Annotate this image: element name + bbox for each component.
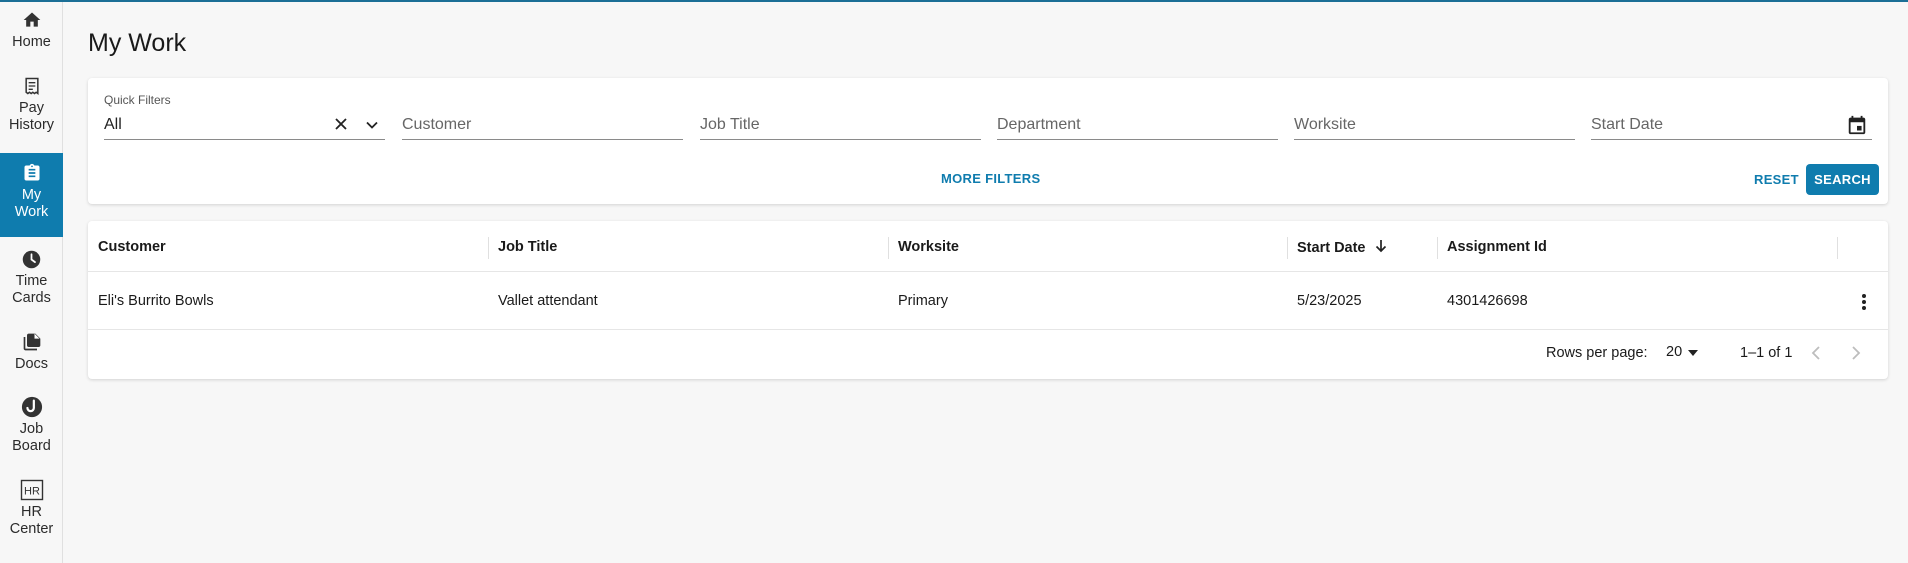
column-header-assignment-id[interactable]: Assignment Id bbox=[1447, 239, 1547, 255]
header-divider bbox=[88, 271, 1888, 272]
sidebar-item-label: Time Cards bbox=[12, 273, 51, 306]
rows-per-page-select[interactable]: 20 bbox=[1666, 344, 1699, 360]
chevron-right-icon[interactable] bbox=[1844, 341, 1868, 365]
department-field[interactable]: Department bbox=[997, 110, 1278, 140]
sidebar-item-label: Docs bbox=[14, 356, 49, 372]
quick-filters-label: Quick Filters bbox=[104, 93, 171, 107]
column-header-worksite[interactable]: Worksite bbox=[898, 239, 959, 255]
search-button[interactable]: SEARCH bbox=[1806, 164, 1879, 195]
column-header-job-title[interactable]: Job Title bbox=[498, 239, 557, 255]
clear-icon[interactable] bbox=[333, 116, 349, 132]
sidebar-item-label: Home bbox=[12, 34, 51, 50]
more-vert-icon[interactable] bbox=[1854, 291, 1874, 313]
sidebar-item-my-work[interactable]: My Work bbox=[0, 153, 63, 237]
sidebar-item-time-cards[interactable]: Time Cards bbox=[0, 247, 63, 315]
arrow-down-icon[interactable] bbox=[1374, 239, 1388, 257]
sidebar-item-label: HR Center bbox=[9, 504, 54, 537]
clipboard-icon bbox=[20, 161, 44, 185]
more-filters-button[interactable]: MORE FILTERS bbox=[941, 171, 1040, 186]
cell-start-date: 5/23/2025 bbox=[1297, 293, 1362, 309]
job-board-logo-icon bbox=[20, 395, 44, 419]
department-placeholder: Department bbox=[997, 115, 1081, 133]
rows-per-page-label: Rows per page: bbox=[1546, 345, 1648, 361]
customer-field[interactable]: Customer bbox=[402, 110, 683, 140]
svg-text:HR: HR bbox=[24, 486, 40, 498]
column-divider bbox=[1437, 237, 1438, 259]
top-accent-line bbox=[0, 0, 1908, 2]
page-title: My Work bbox=[88, 29, 187, 57]
job-title-field[interactable]: Job Title bbox=[700, 110, 981, 140]
sidebar-item-home[interactable]: Home bbox=[0, 8, 63, 58]
column-divider bbox=[488, 237, 489, 259]
row-divider bbox=[88, 329, 1888, 330]
cell-job-title: Vallet attendant bbox=[498, 293, 598, 309]
reset-button[interactable]: RESET bbox=[1746, 164, 1807, 194]
cell-customer: Eli's Burrito Bowls bbox=[98, 293, 214, 309]
column-divider bbox=[1287, 237, 1288, 259]
column-divider bbox=[888, 237, 889, 259]
sidebar-item-label: Pay History bbox=[8, 100, 55, 133]
start-date-field[interactable]: Start Date bbox=[1591, 110, 1872, 140]
sidebar: Home Pay History My Work Time Cards Docs… bbox=[0, 2, 63, 563]
sidebar-item-pay-history[interactable]: Pay History bbox=[0, 74, 63, 142]
cell-assignment-id: 4301426698 bbox=[1447, 293, 1528, 309]
sidebar-item-label: Job Board bbox=[12, 421, 51, 454]
hr-icon: HR bbox=[20, 478, 44, 502]
column-header-label: Start Date bbox=[1297, 239, 1366, 256]
worksite-field[interactable]: Worksite bbox=[1294, 110, 1575, 140]
rows-per-page-value: 20 bbox=[1666, 344, 1683, 360]
cell-worksite: Primary bbox=[898, 293, 948, 309]
start-date-placeholder: Start Date bbox=[1591, 115, 1664, 133]
sidebar-item-label: My Work bbox=[14, 187, 49, 220]
quick-filters-value: All bbox=[104, 115, 122, 133]
receipt-icon bbox=[20, 74, 44, 98]
home-icon bbox=[20, 8, 44, 32]
customer-placeholder: Customer bbox=[402, 115, 472, 133]
column-divider bbox=[1837, 237, 1838, 259]
job-title-placeholder: Job Title bbox=[700, 115, 760, 133]
filter-panel: Quick Filters All Customer Job Title Dep… bbox=[88, 78, 1888, 204]
results-table: Customer Job Title Worksite Start Date A… bbox=[88, 221, 1888, 379]
documents-icon bbox=[20, 330, 44, 354]
clock-icon bbox=[20, 247, 44, 271]
caret-down-icon bbox=[1688, 344, 1699, 360]
sidebar-item-job-board[interactable]: Job Board bbox=[0, 395, 63, 463]
chevron-down-icon[interactable] bbox=[365, 118, 379, 132]
quick-filters-select[interactable]: All bbox=[104, 110, 385, 140]
pagination-range: 1–1 of 1 bbox=[1740, 345, 1793, 361]
worksite-placeholder: Worksite bbox=[1294, 115, 1356, 133]
sidebar-item-docs[interactable]: Docs bbox=[0, 330, 63, 380]
column-header-customer[interactable]: Customer bbox=[98, 239, 166, 255]
column-header-start-date[interactable]: Start Date bbox=[1297, 239, 1388, 257]
chevron-left-icon[interactable] bbox=[1804, 341, 1828, 365]
calendar-icon[interactable] bbox=[1846, 114, 1868, 136]
sidebar-item-hr-center[interactable]: HR HR Center bbox=[0, 478, 63, 546]
